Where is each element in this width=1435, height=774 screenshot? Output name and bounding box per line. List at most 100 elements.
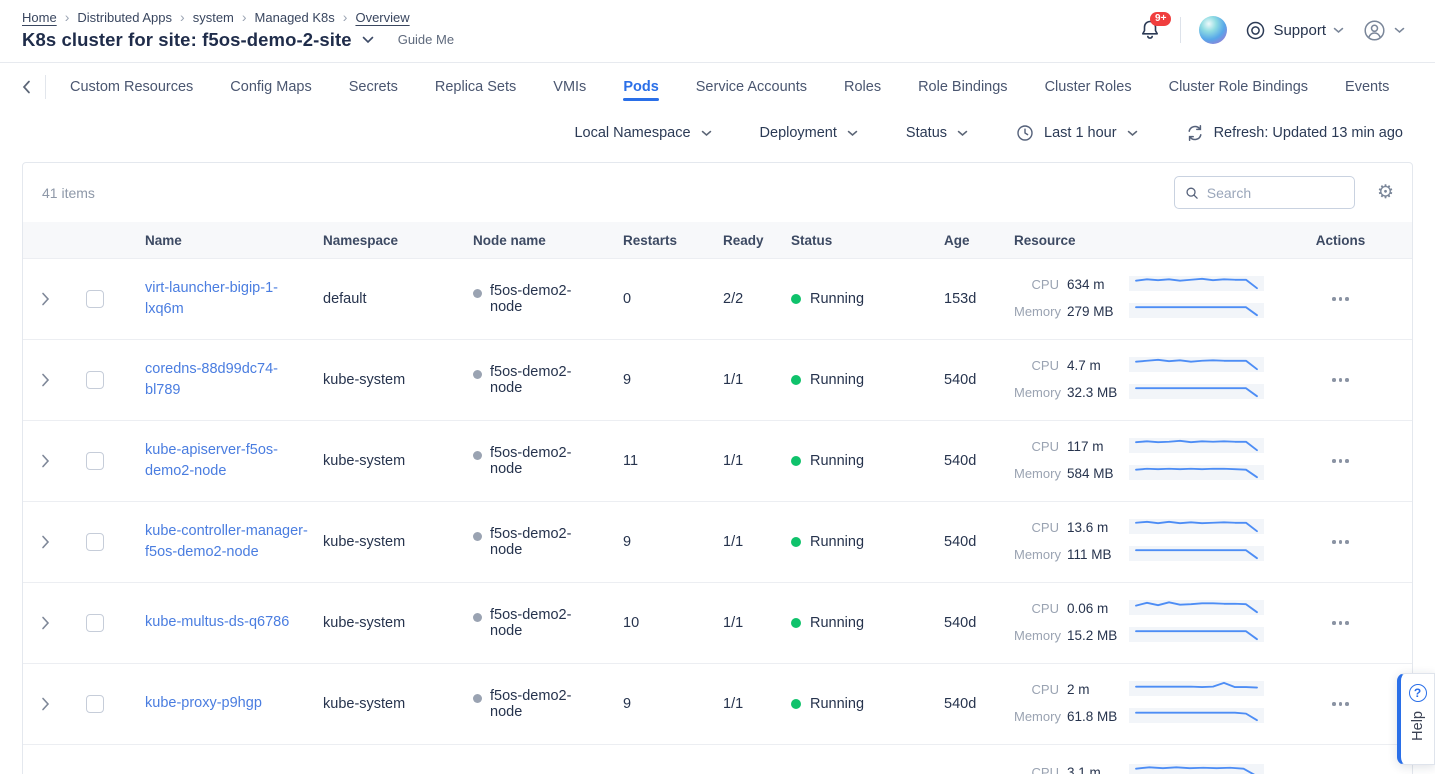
row-checkbox[interactable] xyxy=(86,533,104,551)
chevron-down-icon xyxy=(701,130,712,137)
node-name-cell: f5os-demo2-node xyxy=(490,607,591,639)
memory-label: Memory xyxy=(1014,708,1059,724)
pod-name-link[interactable]: kube-apiserver-f5os-demo2-node xyxy=(145,440,309,482)
row-checkbox[interactable] xyxy=(86,452,104,470)
row-checkbox[interactable] xyxy=(86,290,104,308)
ready-cell: 1/1 xyxy=(723,615,791,631)
status-cell: Running xyxy=(810,615,864,631)
refresh-control[interactable]: Refresh: Updated 13 min ago xyxy=(1186,124,1403,142)
expand-row-button[interactable] xyxy=(41,373,50,387)
status-cell: Running xyxy=(810,696,864,712)
restarts-cell: 9 xyxy=(623,534,723,550)
breadcrumb: Home › Distributed Apps › system › Manag… xyxy=(22,10,454,25)
chevron-right-icon: › xyxy=(65,10,70,24)
search-input[interactable] xyxy=(1207,185,1344,201)
pod-name-link[interactable]: coredns-88d99dc74-bl789 xyxy=(145,359,309,401)
restarts-cell: 9 xyxy=(623,696,723,712)
chevron-down-icon xyxy=(957,130,968,137)
title-dropdown-chevron-icon[interactable] xyxy=(362,36,374,44)
help-button[interactable]: ? Help xyxy=(1397,673,1435,765)
pod-name-link[interactable]: kube-multus-ds-q6786 xyxy=(145,612,289,633)
row-checkbox[interactable] xyxy=(86,614,104,632)
memory-label: Memory xyxy=(1014,627,1059,643)
tab-list: Custom Resources Config Maps Secrets Rep… xyxy=(70,66,1389,108)
tab-pods[interactable]: Pods xyxy=(623,66,658,108)
column-header-node-name: Node name xyxy=(473,233,623,248)
expand-row-button[interactable] xyxy=(41,616,50,630)
namespace-cell: kube-system xyxy=(323,453,473,469)
chevron-right-icon xyxy=(41,373,50,387)
tab-replica-sets[interactable]: Replica Sets xyxy=(435,66,516,108)
tab-role-bindings[interactable]: Role Bindings xyxy=(918,66,1007,108)
breadcrumb-distributed-apps[interactable]: Distributed Apps xyxy=(77,10,172,25)
cpu-value: 2 m xyxy=(1067,681,1121,700)
expand-row-button[interactable] xyxy=(41,535,50,549)
assistant-orb-icon[interactable] xyxy=(1199,16,1227,44)
question-icon: ? xyxy=(1409,684,1427,702)
tab-label: Secrets xyxy=(349,79,398,95)
support-menu[interactable]: Support xyxy=(1245,20,1344,41)
filter-status[interactable]: Status xyxy=(906,125,968,141)
node-status-dot xyxy=(473,370,482,379)
breadcrumb-overview[interactable]: Overview xyxy=(355,10,409,25)
app-header: Home › Distributed Apps › system › Manag… xyxy=(0,0,1435,63)
notification-badge: 9+ xyxy=(1150,12,1171,26)
tab-cluster-roles[interactable]: Cluster Roles xyxy=(1045,66,1132,108)
breadcrumb-home[interactable]: Home xyxy=(22,10,57,25)
table-row: kube-proxy-p9hgp kube-system f5os-demo2-… xyxy=(23,663,1412,744)
filter-time-range[interactable]: Last 1 hour xyxy=(1016,124,1138,142)
expand-row-button[interactable] xyxy=(41,697,50,711)
refresh-icon xyxy=(1186,124,1204,142)
clock-icon xyxy=(1016,124,1034,142)
items-count: 41 items xyxy=(42,185,95,201)
tab-service-accounts[interactable]: Service Accounts xyxy=(696,66,807,108)
row-actions-button[interactable] xyxy=(1326,372,1355,388)
filter-local-namespace[interactable]: Local Namespace xyxy=(574,125,711,141)
node-name-cell: f5os-demo2-node xyxy=(490,688,591,720)
notifications-button[interactable]: 9+ xyxy=(1138,18,1162,42)
tab-vmis[interactable]: VMIs xyxy=(553,66,586,108)
pod-name-link[interactable]: virt-launcher-bigip-1-lxq6m xyxy=(145,278,309,320)
expand-row-button[interactable] xyxy=(41,454,50,468)
tab-roles[interactable]: Roles xyxy=(844,66,881,108)
row-actions-button[interactable] xyxy=(1326,615,1355,631)
tab-custom-resources[interactable]: Custom Resources xyxy=(70,66,193,108)
chevron-right-icon xyxy=(41,697,50,711)
tab-cluster-role-bindings[interactable]: Cluster Role Bindings xyxy=(1169,66,1308,108)
age-cell: 540d xyxy=(944,615,1014,631)
gear-icon[interactable]: ⚙ xyxy=(1377,183,1394,202)
row-checkbox[interactable] xyxy=(86,695,104,713)
filter-deployment[interactable]: Deployment xyxy=(760,125,858,141)
column-header-age: Age xyxy=(944,233,1014,248)
node-name-cell: f5os-demo2-node xyxy=(490,526,591,558)
cpu-label: CPU xyxy=(1014,600,1059,616)
cpu-sparkline xyxy=(1129,764,1264,774)
row-actions-button[interactable] xyxy=(1326,696,1355,712)
pod-name-link[interactable]: kube-controller-manager-f5os-demo2-node xyxy=(145,521,309,563)
breadcrumb-system[interactable]: system xyxy=(193,10,234,25)
column-header-namespace: Namespace xyxy=(323,233,473,248)
chevron-right-icon: › xyxy=(343,10,348,24)
row-checkbox[interactable] xyxy=(86,371,104,389)
breadcrumb-managed-k8s[interactable]: Managed K8s xyxy=(255,10,335,25)
account-menu[interactable] xyxy=(1362,18,1405,43)
table-row: kube-apiserver-f5os-demo2-node kube-syst… xyxy=(23,420,1412,501)
guide-me-link[interactable]: Guide Me xyxy=(398,32,454,47)
tab-bar: Custom Resources Config Maps Secrets Rep… xyxy=(0,63,1435,110)
table-header-row: Name Namespace Node name Restarts Ready … xyxy=(23,222,1412,258)
tab-secrets[interactable]: Secrets xyxy=(349,66,398,108)
expand-row-button[interactable] xyxy=(41,292,50,306)
cpu-sparkline xyxy=(1129,519,1264,534)
tab-scroll-left-button[interactable] xyxy=(22,80,45,94)
tab-config-maps[interactable]: Config Maps xyxy=(230,66,311,108)
row-actions-button[interactable] xyxy=(1326,291,1355,307)
pod-name-link[interactable]: kube-proxy-p9hgp xyxy=(145,693,262,714)
memory-value: 32.3 MB xyxy=(1067,384,1121,403)
restarts-cell: 9 xyxy=(623,372,723,388)
tab-events[interactable]: Events xyxy=(1345,66,1389,108)
memory-label: Memory xyxy=(1014,465,1059,481)
cpu-value: 4.7 m xyxy=(1067,357,1121,376)
row-actions-button[interactable] xyxy=(1326,453,1355,469)
row-actions-button[interactable] xyxy=(1326,534,1355,550)
tab-label: Cluster Roles xyxy=(1045,79,1132,95)
